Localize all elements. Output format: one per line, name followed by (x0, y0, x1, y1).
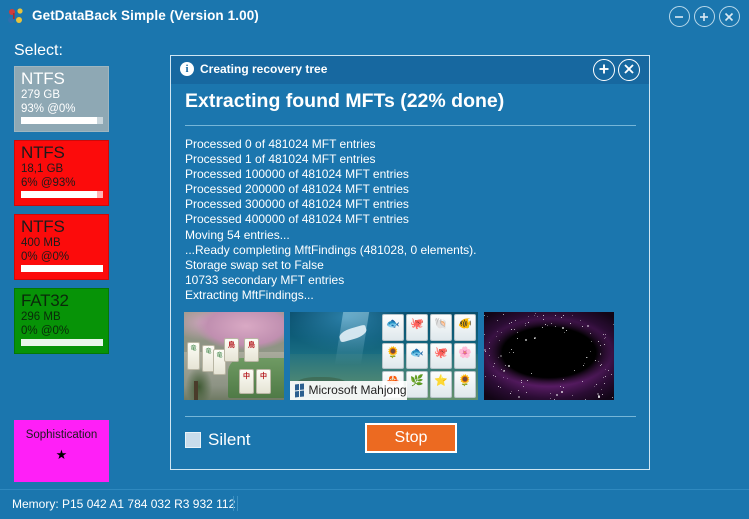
info-icon: i (180, 62, 194, 76)
mahjong-tile: 中 (256, 369, 271, 394)
partition-tile-2[interactable]: NTFS 400 MB 0% @0% (14, 214, 109, 280)
dialog-heading: Extracting found MFTs (22% done) (185, 90, 505, 112)
partition-size: 296 MB (21, 311, 61, 323)
tile-anemone-icon: 🌸 (454, 342, 477, 370)
log-line: Processed 1 of 481024 MFT entries (185, 152, 376, 167)
partition-filesystem: NTFS (21, 69, 65, 88)
mahjong-garden-thumbnail[interactable]: 竜 竜 竜 鳥 鳥 中 中 (184, 312, 284, 400)
mahjong-tile: 竜 (187, 341, 200, 371)
tile-clownfish-icon: 🐟 (406, 342, 429, 370)
heading-divider (185, 125, 636, 126)
recovery-progress-dialog: i Creating recovery tree Extracting foun… (170, 55, 650, 470)
checkbox-box[interactable] (185, 432, 201, 448)
sidebar: Select: NTFS 279 GB 93% @0% NTFS 18,1 GB… (0, 34, 160, 489)
caption-text: Microsoft Mahjong (308, 383, 407, 398)
star-icon: ★ (55, 447, 68, 462)
plus-icon (599, 64, 609, 74)
maximize-icon (700, 12, 708, 21)
close-icon (724, 12, 734, 21)
partition-progress-bar (21, 117, 103, 124)
title-bar: GetDataBack Simple (Version 1.00) (0, 0, 749, 34)
partition-percent: 0% @0% (21, 325, 70, 337)
partition-progress-bar (21, 265, 103, 272)
partition-percent: 93% @0% (21, 103, 76, 115)
log-output: Processed 0 of 481024 MFT entries Process… (185, 137, 636, 303)
maximize-button[interactable] (694, 6, 715, 27)
minimize-button[interactable] (669, 6, 690, 27)
partition-size: 18,1 GB (21, 163, 64, 175)
partition-tile-1[interactable]: NTFS 18,1 GB 6% @93% (14, 140, 109, 206)
tile-shell-icon: 🐚 (430, 313, 453, 341)
dialog-title: Creating recovery tree (200, 62, 328, 76)
partition-size: 279 GB (21, 89, 60, 101)
log-line: ...Ready completing MftFindings (481028,… (185, 242, 477, 257)
dialog-title-bar: i Creating recovery tree (171, 56, 649, 84)
log-line: Processed 0 of 481024 MFT entries (185, 137, 376, 151)
tile-starfish-icon: ⭐ (430, 371, 453, 399)
log-line: Processed 300000 of 481024 MFT entries (185, 197, 409, 212)
close-icon (624, 64, 634, 74)
status-separator (233, 496, 238, 511)
window-title: GetDataBack Simple (Version 1.00) (32, 8, 259, 23)
tile-fish-icon: 🐟 (382, 313, 405, 341)
windows-logo-icon (295, 383, 304, 398)
log-line: Extracting MftFindings... (185, 287, 314, 302)
close-button[interactable] (719, 6, 740, 27)
star-field (484, 312, 614, 400)
silent-label: Silent (208, 430, 251, 449)
thumbnail-caption: Microsoft Mahjong (290, 380, 407, 400)
minimize-icon (675, 15, 683, 18)
tile-octopus-icon: 🐙 (430, 342, 453, 370)
tile-jellyfish-icon: 🐙 (406, 313, 429, 341)
application-window: GetDataBack Simple (Version 1.00) Select… (0, 0, 749, 519)
select-label: Select: (14, 42, 63, 59)
partition-progress-bar (21, 339, 103, 346)
nebula-thumbnail[interactable] (484, 312, 614, 400)
partition-percent: 0% @0% (21, 251, 70, 263)
tree-trunk (194, 380, 198, 400)
microsoft-mahjong-thumbnail[interactable]: 🐟 🐙 🐚 🐠 🌻 🐟 🐙 🌸 🦀 🌿 ⭐ 🌻 Microsoft Mahjon (290, 312, 478, 400)
log-line: Moving 54 entries... (185, 227, 290, 242)
log-line: Processed 400000 of 481024 MFT entries (185, 212, 409, 227)
tile-seaweed-icon: 🌿 (406, 371, 429, 399)
mahjong-tile: 中 (239, 369, 254, 394)
partition-progress-bar (21, 191, 103, 198)
log-line: Processed 200000 of 481024 MFT entries (185, 182, 409, 197)
log-line: 10733 secondary MFT entries (185, 272, 345, 287)
stop-button[interactable]: Stop (365, 423, 457, 453)
footer-divider (185, 416, 636, 417)
sophistication-label: Sophistication (25, 429, 98, 441)
partition-filesystem: FAT32 (21, 291, 69, 310)
thumbnail-strip: 竜 竜 竜 鳥 鳥 中 中 🐟 🐙 🐚 🐠 🌻 🐟 🐙 🌸 🌿 ⭐ 🌻 Micr… (184, 312, 614, 400)
tile-urchin-icon: 🌻 (454, 371, 477, 399)
partition-filesystem: NTFS (21, 217, 65, 236)
memory-status-text: Memory: P15 042 A1 784 032 R3 932 112 (12, 497, 236, 511)
mahjong-tile: 鳥 (244, 338, 259, 363)
dialog-close-button[interactable] (618, 59, 640, 81)
sophistication-tile[interactable]: Sophistication ★ (14, 420, 109, 482)
tile-coral-icon: 🌻 (382, 342, 405, 370)
app-dots-icon (7, 8, 27, 27)
log-line: Processed 100000 of 481024 MFT entries (185, 167, 409, 182)
silent-checkbox[interactable]: Silent (185, 430, 251, 450)
mahjong-tile: 鳥 (224, 338, 239, 363)
partition-filesystem: NTFS (21, 143, 65, 162)
partition-percent: 6% @93% (21, 177, 76, 189)
dialog-add-button[interactable] (593, 59, 615, 81)
partition-tile-0[interactable]: NTFS 279 GB 93% @0% (14, 66, 109, 132)
log-line: Storage swap set to False (185, 257, 324, 272)
partition-tile-3[interactable]: FAT32 296 MB 0% @0% (14, 288, 109, 354)
partition-size: 400 MB (21, 237, 61, 249)
tile-tropicalfish-icon: 🐠 (454, 313, 477, 341)
status-bar: Memory: P15 042 A1 784 032 R3 932 112 (0, 489, 749, 519)
